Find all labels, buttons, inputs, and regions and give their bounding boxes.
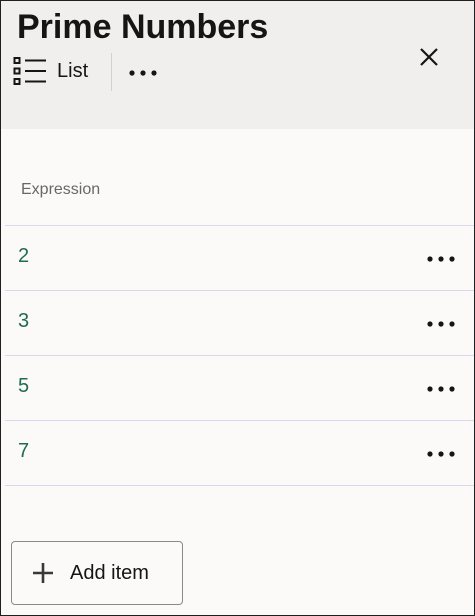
- page-title: Prime Numbers: [17, 8, 269, 46]
- expression-value: 2: [18, 245, 30, 267]
- toolbar-divider: [111, 53, 112, 91]
- expression-value: 3: [18, 310, 30, 332]
- more-horizontal-icon: [427, 379, 455, 397]
- list-item[interactable]: 3: [5, 290, 474, 355]
- more-horizontal-icon: [129, 63, 157, 81]
- add-item-label: Add item: [70, 561, 149, 584]
- expression-value: 7: [18, 440, 30, 462]
- more-horizontal-icon: [427, 249, 455, 267]
- list-view-button[interactable]: List: [13, 53, 88, 89]
- more-horizontal-icon: [427, 444, 455, 462]
- column-header-expression: Expression: [21, 181, 101, 198]
- prime-numbers-panel: Prime Numbers List Expression 2 3 5 7 Ad…: [0, 0, 475, 616]
- row-more-button[interactable]: [424, 246, 458, 270]
- panel-header: Prime Numbers List: [1, 1, 474, 129]
- expression-value: 5: [18, 375, 30, 397]
- expression-list: 2 3 5 7: [5, 225, 474, 486]
- row-more-button[interactable]: [424, 311, 458, 335]
- list-view-label: List: [57, 59, 89, 82]
- plus-icon: [32, 562, 54, 584]
- add-item-button[interactable]: Add item: [11, 541, 183, 605]
- list-item[interactable]: 5: [5, 355, 474, 420]
- header-more-button[interactable]: [123, 57, 163, 87]
- list-view-icon: [13, 56, 47, 86]
- more-horizontal-icon: [427, 314, 455, 332]
- close-button[interactable]: [411, 41, 447, 77]
- row-more-button[interactable]: [424, 376, 458, 400]
- close-icon: [419, 47, 439, 72]
- row-more-button[interactable]: [424, 441, 458, 465]
- list-item[interactable]: 2: [5, 225, 474, 290]
- list-item[interactable]: 7: [5, 420, 474, 486]
